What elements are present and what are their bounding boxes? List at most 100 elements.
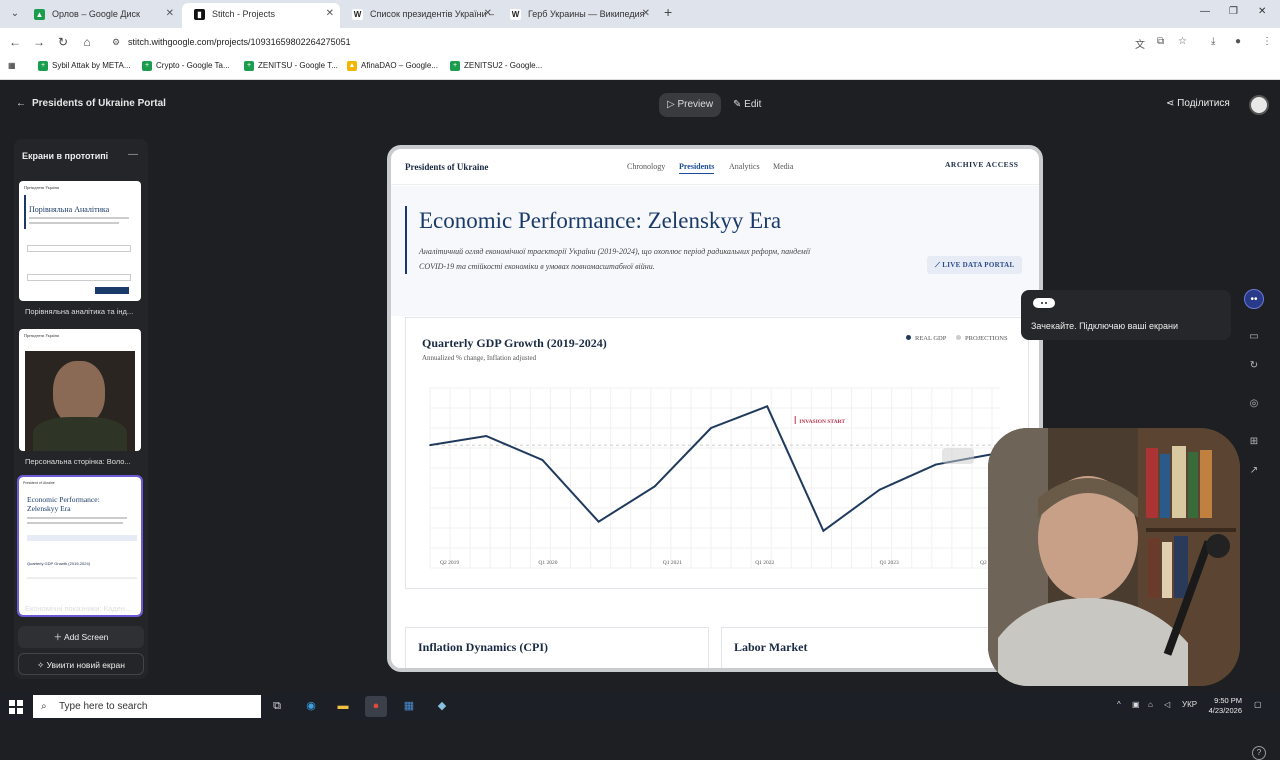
close-tab-icon[interactable]: ✕: [484, 3, 492, 25]
screen-thumbnail-economy[interactable]: President of Ukraine Economic Performanc…: [17, 475, 143, 617]
external-link-icon[interactable]: ↗: [1244, 461, 1264, 481]
tray-icon[interactable]: ▣: [1132, 700, 1140, 709]
minimize-icon[interactable]: —: [1200, 6, 1210, 17]
edge-icon[interactable]: ◉: [300, 696, 322, 717]
edit-button[interactable]: ✎ Edit: [725, 93, 769, 117]
sheets-icon: +: [38, 61, 48, 71]
archive-access-button[interactable]: ARCHIVE ACCESS: [945, 160, 1018, 169]
nav-analytics[interactable]: Analytics: [729, 162, 760, 171]
task-view-icon[interactable]: ⧉: [266, 696, 288, 717]
bookmark-item[interactable]: ▲ AfinaDAO – Google...: [347, 61, 438, 71]
add-screen-button[interactable]: ＋ Add Screen: [18, 626, 144, 648]
collapse-icon[interactable]: —: [128, 149, 138, 160]
nav-media[interactable]: Media: [773, 162, 793, 171]
preview-button[interactable]: ▷ Preview: [659, 93, 722, 117]
close-tab-icon[interactable]: ✕: [642, 3, 650, 25]
language-indicator[interactable]: УКР: [1182, 700, 1197, 709]
close-tab-icon[interactable]: ✕: [166, 3, 174, 25]
url-field[interactable]: ⚙ stitch.withgoogle.com/projects/1093165…: [112, 32, 1112, 52]
bookmark-item[interactable]: + ZENITSU - Google T...: [244, 61, 338, 71]
x-tick-label: Q1 2022: [755, 560, 774, 566]
network-icon[interactable]: ⌂: [1148, 700, 1153, 709]
pencil-icon: ✎: [733, 99, 745, 110]
page-title: Economic Performance: Zelenskyy Era: [419, 208, 782, 233]
legend-projections: PROJECTIONS: [956, 335, 1008, 342]
volume-icon[interactable]: ◁: [1164, 700, 1170, 709]
close-tab-icon[interactable]: ✕: [326, 3, 334, 25]
tab-wiki-presidents[interactable]: W Список президентів України – ✕: [340, 3, 498, 28]
refresh-icon[interactable]: ↻: [1244, 356, 1264, 376]
presenter-video: [988, 428, 1240, 686]
sparkle-icon: ✧: [37, 660, 47, 670]
app-icon[interactable]: ▦: [398, 696, 420, 717]
tab-wiki-coat[interactable]: W Герб Украины — Википедия ✕: [498, 3, 656, 28]
menu-kebab-icon[interactable]: ⋮: [1262, 36, 1272, 47]
bookmark-star-icon[interactable]: ☆: [1178, 36, 1187, 47]
reload-icon[interactable]: ↻: [56, 35, 70, 49]
notifications-icon[interactable]: ▢: [1254, 700, 1262, 709]
windows-start-icon[interactable]: [9, 700, 23, 714]
data-point: [429, 444, 431, 446]
sheets-icon: +: [450, 61, 460, 71]
live-data-portal-button[interactable]: ⟋ LIVE DATA PORTAL: [927, 256, 1023, 274]
bookmark-item[interactable]: + ZENITSU2 - Google...: [450, 61, 542, 71]
help-icon[interactable]: ?: [1252, 746, 1266, 760]
screen-thumbnail-analytics[interactable]: Президенти України Порівняльна Аналітика: [19, 181, 141, 301]
inflation-card: Inflation Dynamics (CPI): [405, 627, 709, 668]
chrome-icon[interactable]: ●: [365, 696, 387, 717]
tab-google-drive[interactable]: ▲ Орлов – Google Диск ✕: [22, 3, 180, 28]
nav-chronology[interactable]: Chronology: [627, 162, 665, 171]
x-tick-label: Q1 2020: [538, 560, 557, 566]
project-back-link[interactable]: ← Presidents of Ukraine Portal: [16, 98, 166, 109]
forward-icon[interactable]: →: [32, 35, 46, 49]
data-point: [766, 405, 768, 408]
profile-icon[interactable]: ●: [1235, 36, 1241, 47]
apps-grid-icon[interactable]: ▦: [8, 61, 16, 70]
labor-card: Labor Market: [721, 627, 1029, 668]
new-screen-button[interactable]: ✧ Увиити новий екран: [18, 653, 144, 675]
portrait-image: [25, 351, 135, 451]
home-icon[interactable]: ⌂: [80, 35, 94, 49]
translate-icon[interactable]: 文: [1135, 36, 1145, 51]
bookmark-item[interactable]: + Crypto - Google Ta...: [142, 61, 230, 71]
tray-chevron-icon[interactable]: ^: [1117, 700, 1121, 709]
install-icon[interactable]: ⧉: [1157, 36, 1164, 47]
new-tab-icon[interactable]: +: [664, 4, 672, 20]
device-icon[interactable]: ▭: [1244, 327, 1264, 347]
toast-message: Зачекайте. Підключаю ваші екрани: [1031, 321, 1178, 331]
close-window-icon[interactable]: ✕: [1258, 6, 1266, 17]
data-point: [541, 459, 544, 461]
bookmark-item[interactable]: + Sybil Attak by META...: [38, 61, 131, 71]
inflation-title: Inflation Dynamics (CPI): [418, 640, 549, 654]
avatar[interactable]: [1249, 95, 1269, 115]
download-icon[interactable]: ⤓: [1211, 36, 1215, 47]
screens-sidebar: Екрани в прототипі — Президенти України …: [14, 139, 148, 679]
share-button[interactable]: ⋖ Поділитися: [1166, 98, 1230, 109]
grid-icon[interactable]: ⊞: [1244, 432, 1264, 452]
target-icon[interactable]: ◎: [1244, 394, 1264, 414]
data-point: [485, 435, 487, 437]
sidebar-title: Екрани в прототипі: [22, 151, 109, 161]
preview-hero: Economic Performance: Zelenskyy Era Анал…: [391, 186, 1039, 316]
assistant-chat-icon[interactable]: ••: [1244, 289, 1264, 309]
preview-brand[interactable]: Presidents of Ukraine: [405, 162, 488, 172]
clock[interactable]: 9:50 PM 4/23/2026: [1200, 696, 1242, 716]
bookmarks-bar: ▦ + Sybil Attak by META... + Crypto - Goog…: [0, 56, 1280, 80]
file-explorer-icon[interactable]: ▬: [332, 696, 354, 717]
taskbar-search[interactable]: ⌕ Type here to search: [33, 695, 261, 718]
projection-marker: [942, 448, 974, 464]
assistant-icon: [1033, 298, 1055, 308]
nav-presidents[interactable]: Presidents: [679, 162, 715, 174]
screen-thumbnail-personal[interactable]: Президенти України: [19, 329, 141, 451]
play-icon: ▷: [667, 99, 678, 110]
preview-frame: Presidents of Ukraine Chronology Preside…: [387, 145, 1043, 672]
mode-switch: ▷ Preview ✎ Edit: [659, 93, 771, 117]
tab-stitch[interactable]: ▮ Stitch - Projects ✕: [182, 3, 340, 28]
data-point: [710, 427, 712, 429]
app-icon[interactable]: ◆: [431, 696, 453, 717]
x-tick-label: Q2 2019: [440, 560, 459, 566]
address-bar: ← → ↻ ⌂ ⚙ stitch.withgoogle.com/projects…: [0, 28, 1280, 56]
site-info-icon[interactable]: ⚙: [112, 32, 120, 52]
back-icon[interactable]: ←: [8, 35, 22, 49]
restore-icon[interactable]: ❐: [1229, 6, 1238, 17]
